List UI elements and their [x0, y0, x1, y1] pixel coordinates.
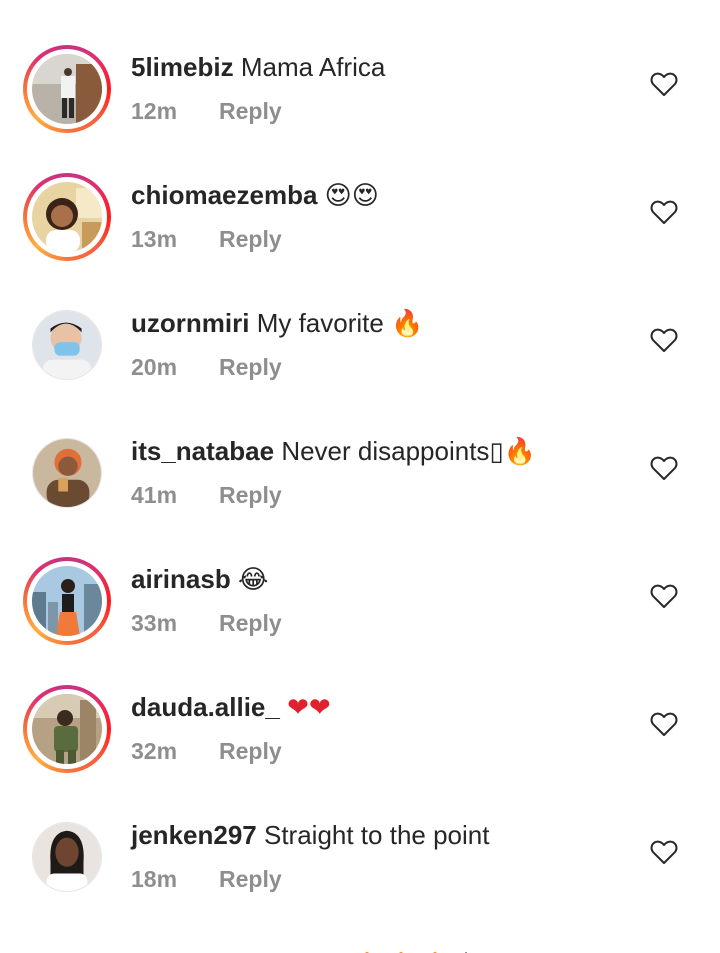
comment-text: Never disappoints▯ — [281, 436, 504, 466]
comment-emoji: 😍😍 — [324, 181, 379, 211]
comment-text-line: chiomaezemba 😍😍 — [131, 179, 379, 212]
comment-row: dauda.allie_ ❤❤ 32m Reply — [0, 685, 720, 813]
reply-button[interactable]: Reply — [219, 865, 282, 893]
comment-meta: 32m Reply — [131, 737, 282, 765]
next-comment-emoji-partial — [345, 943, 485, 953]
comment-text-line: jenken297 Straight to the point — [131, 819, 489, 851]
avatar[interactable] — [32, 54, 102, 124]
comment-row: its_natabae Never disappoints▯🔥 41m Reply — [0, 429, 720, 557]
comment-row: jenken297 Straight to the point 18m Reply — [0, 813, 720, 941]
comment-time: 20m — [131, 354, 178, 380]
heart-outline-icon[interactable] — [650, 199, 678, 225]
reply-button[interactable]: Reply — [219, 737, 282, 765]
comment-meta: 18m Reply — [131, 865, 282, 893]
heart-outline-icon[interactable] — [650, 71, 678, 97]
heart-outline-icon[interactable] — [650, 839, 678, 865]
reply-button[interactable]: Reply — [219, 97, 282, 125]
avatar-story-ring[interactable] — [23, 173, 111, 261]
comment-username[interactable]: its_natabae — [131, 436, 274, 466]
avatar[interactable] — [32, 310, 102, 380]
reply-button[interactable]: Reply — [219, 481, 282, 509]
reply-button[interactable]: Reply — [219, 353, 282, 381]
comment-text-line: uzornmiri My favorite 🔥 — [131, 307, 423, 340]
comment-time: 33m — [131, 610, 178, 636]
heart-outline-icon[interactable] — [650, 327, 678, 353]
comment-time: 32m — [131, 738, 178, 764]
comment-time: 41m — [131, 482, 178, 508]
avatar[interactable] — [32, 182, 102, 252]
comment-row: chiomaezemba 😍😍 13m Reply — [0, 173, 720, 301]
comment-time: 12m — [131, 98, 178, 124]
comment-row: 5limebiz Mama Africa 12m Reply — [0, 45, 720, 173]
comment-row: uzornmiri My favorite 🔥 20m Reply — [0, 301, 720, 429]
comment-emoji: 🔥 — [503, 437, 537, 467]
comment-username[interactable]: chiomaezemba — [131, 180, 317, 210]
comment-text: My favorite — [256, 308, 384, 338]
avatar-frame[interactable] — [23, 813, 111, 901]
comment-meta: 20m Reply — [131, 353, 282, 381]
heart-outline-icon[interactable] — [650, 583, 678, 609]
avatar[interactable] — [32, 822, 102, 892]
comment-time: 18m — [131, 866, 178, 892]
comment-emoji: ❤❤ — [287, 693, 331, 723]
heart-outline-icon[interactable] — [650, 711, 678, 737]
comment-text-line: dauda.allie_ ❤❤ — [131, 691, 331, 724]
avatar[interactable] — [32, 438, 102, 508]
avatar[interactable] — [32, 566, 102, 636]
comment-username[interactable]: uzornmiri — [131, 308, 249, 338]
avatar-story-ring[interactable] — [23, 685, 111, 773]
reply-button[interactable]: Reply — [219, 609, 282, 637]
comment-row: airinasb 😂 33m Reply — [0, 557, 720, 685]
avatar-frame[interactable] — [23, 301, 111, 389]
comment-meta: 12m Reply — [131, 97, 282, 125]
comment-time: 13m — [131, 226, 178, 252]
comment-meta: 41m Reply — [131, 481, 282, 509]
comment-text: Mama Africa — [240, 52, 386, 82]
avatar-story-ring[interactable] — [23, 557, 111, 645]
comment-text-line: 5limebiz Mama Africa — [131, 51, 385, 83]
avatar[interactable] — [32, 694, 102, 764]
comment-meta: 33m Reply — [131, 609, 282, 637]
comment-text: Straight to the point — [263, 820, 490, 850]
reply-button[interactable]: Reply — [219, 225, 282, 253]
heart-outline-icon[interactable] — [650, 455, 678, 481]
comment-text-line: airinasb 😂 — [131, 563, 268, 596]
comment-username[interactable]: airinasb — [131, 564, 231, 594]
comment-username[interactable]: dauda.allie_ — [131, 692, 280, 722]
avatar-frame[interactable] — [23, 429, 111, 517]
avatar-story-ring[interactable] — [23, 45, 111, 133]
comment-emoji: 🔥 — [391, 309, 424, 339]
comment-meta: 13m Reply — [131, 225, 282, 253]
comment-username[interactable]: 5limebiz — [131, 52, 234, 82]
comment-text-line: its_natabae Never disappoints▯🔥 — [131, 435, 536, 468]
comment-emoji: 😂 — [237, 565, 269, 595]
comment-username[interactable]: jenken297 — [131, 820, 257, 850]
